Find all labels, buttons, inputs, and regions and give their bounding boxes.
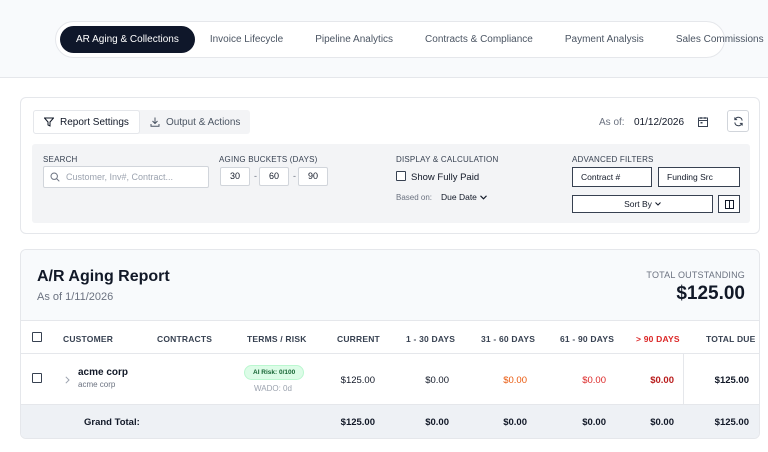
- report-title: A/R Aging Report: [37, 268, 170, 285]
- sort-by-label: Sort By: [624, 199, 652, 209]
- settings-segmented-control: Report Settings Output & Actions: [33, 110, 251, 134]
- col-31-60-days[interactable]: 31 - 60 DAYS: [481, 334, 535, 344]
- grand-total-total-due: $125.00: [714, 417, 749, 428]
- total-due-amount: $125.00: [714, 375, 749, 386]
- bucket-2-input[interactable]: 60: [259, 167, 289, 186]
- download-icon: [150, 117, 160, 127]
- current-amount: $125.00: [340, 375, 375, 386]
- grand-total-current: $125.00: [340, 417, 375, 428]
- funding-source-filter-button[interactable]: Funding Src: [658, 167, 740, 187]
- advanced-filters-label: ADVANCED FILTERS: [572, 155, 654, 164]
- column-divider: [683, 354, 684, 405]
- based-on-value: Due Date: [441, 192, 477, 202]
- contract-filter-button[interactable]: Contract #: [572, 167, 652, 187]
- customer-subname: acme corp: [78, 380, 116, 389]
- chevron-down-icon: [480, 194, 487, 200]
- tab-pipeline-analytics[interactable]: Pipeline Analytics: [300, 26, 408, 53]
- aging-buckets-label: AGING BUCKETS (DAYS): [219, 155, 318, 164]
- output-actions-tab[interactable]: Output & Actions: [140, 110, 251, 134]
- columns-icon: [724, 199, 734, 209]
- grand-total-d61-90: $0.00: [582, 417, 606, 428]
- table-row[interactable]: acme corp acme corp AI Risk: 0/100 WADO:…: [21, 354, 759, 405]
- filter-icon: [44, 117, 54, 127]
- col-contracts[interactable]: CONTRACTS: [157, 334, 212, 344]
- total-outstanding-label: TOTAL OUTSTANDING: [646, 270, 745, 280]
- d31-60-amount: $0.00: [503, 375, 527, 386]
- grand-total-label: Grand Total:: [84, 417, 140, 428]
- col-1-30-days[interactable]: 1 - 30 DAYS: [406, 334, 455, 344]
- col-total-due[interactable]: TOTAL DUE: [706, 334, 756, 344]
- tab-contracts-compliance[interactable]: Contracts & Compliance: [410, 26, 548, 53]
- col-61-90-days[interactable]: 61 - 90 DAYS: [560, 334, 614, 344]
- chevron-down-icon: [655, 202, 661, 206]
- d61-90-amount: $0.00: [582, 375, 606, 386]
- based-on-label: Based on:: [396, 193, 433, 202]
- calendar-icon[interactable]: [697, 116, 709, 128]
- top-area: AR Aging & Collections Invoice Lifecycle…: [0, 0, 768, 78]
- bucket-separator: -: [293, 171, 296, 181]
- funding-filter-label: Funding Src: [667, 172, 713, 182]
- report-tabs: AR Aging & Collections Invoice Lifecycle…: [55, 21, 764, 58]
- wado-value: WADO: 0d: [254, 384, 292, 393]
- customer-name[interactable]: acme corp: [78, 367, 128, 378]
- based-on-select[interactable]: Due Date: [441, 192, 487, 202]
- d1-30-amount: $0.00: [425, 375, 449, 386]
- row-checkbox[interactable]: [32, 373, 42, 383]
- tab-ar-aging[interactable]: AR Aging & Collections: [60, 26, 195, 53]
- refresh-icon: [733, 116, 743, 126]
- chevron-right-icon[interactable]: [65, 376, 70, 384]
- total-outstanding-value: $125.00: [676, 283, 745, 304]
- show-fully-paid-label: Show Fully Paid: [411, 172, 480, 183]
- bucket-3-input[interactable]: 90: [298, 167, 328, 186]
- output-actions-label: Output & Actions: [165, 116, 241, 128]
- tab-sales-commissions[interactable]: Sales Commissions: [661, 26, 768, 53]
- bucket-1-input[interactable]: 30: [220, 167, 250, 186]
- tab-payment-analysis[interactable]: Payment Analysis: [550, 26, 659, 53]
- settings-card: Report Settings Output & Actions As of: …: [20, 97, 760, 234]
- bucket-separator: -: [254, 171, 257, 181]
- grand-total-d90-plus: $0.00: [650, 417, 674, 428]
- as-of-label: As of:: [599, 117, 625, 128]
- col-terms-risk[interactable]: TERMS / RISK: [247, 334, 307, 344]
- select-all-checkbox[interactable]: [32, 332, 42, 342]
- report-settings-tab[interactable]: Report Settings: [33, 110, 140, 134]
- grand-total-d31-60: $0.00: [503, 417, 527, 428]
- show-fully-paid-checkbox[interactable]: [396, 171, 406, 181]
- filters-panel: SEARCH AGING BUCKETS (DAYS) 30 - 60 - 90…: [32, 144, 750, 223]
- report-settings-label: Report Settings: [60, 116, 129, 128]
- d90-plus-amount: $0.00: [650, 375, 674, 386]
- report-header: A/R Aging Report As of 1/11/2026 TOTAL O…: [21, 250, 759, 321]
- as-of-date[interactable]: 01/12/2026: [634, 117, 684, 128]
- search-field[interactable]: [43, 166, 209, 188]
- columns-button[interactable]: [718, 195, 740, 213]
- search-icon: [50, 172, 60, 182]
- sort-by-button[interactable]: Sort By: [572, 195, 713, 213]
- contract-filter-label: Contract #: [581, 172, 621, 182]
- grand-total-d1-30: $0.00: [425, 417, 449, 428]
- grand-total-row: Grand Total: $125.00 $0.00 $0.00 $0.00 $…: [21, 405, 759, 438]
- report-subtitle: As of 1/11/2026: [37, 291, 114, 303]
- report-card: A/R Aging Report As of 1/11/2026 TOTAL O…: [20, 249, 760, 439]
- refresh-button[interactable]: [727, 110, 749, 132]
- display-calc-label: DISPLAY & CALCULATION: [396, 155, 499, 164]
- table-header: CUSTOMER CONTRACTS TERMS / RISK CURRENT …: [21, 322, 759, 354]
- tab-invoice-lifecycle[interactable]: Invoice Lifecycle: [195, 26, 298, 53]
- search-input[interactable]: [66, 172, 206, 182]
- ai-risk-badge: AI Risk: 0/100: [244, 365, 305, 380]
- col-customer[interactable]: CUSTOMER: [63, 334, 113, 344]
- col-current[interactable]: CURRENT: [337, 334, 380, 344]
- search-label: SEARCH: [43, 155, 78, 164]
- col-90-plus-days[interactable]: > 90 DAYS: [636, 334, 680, 344]
